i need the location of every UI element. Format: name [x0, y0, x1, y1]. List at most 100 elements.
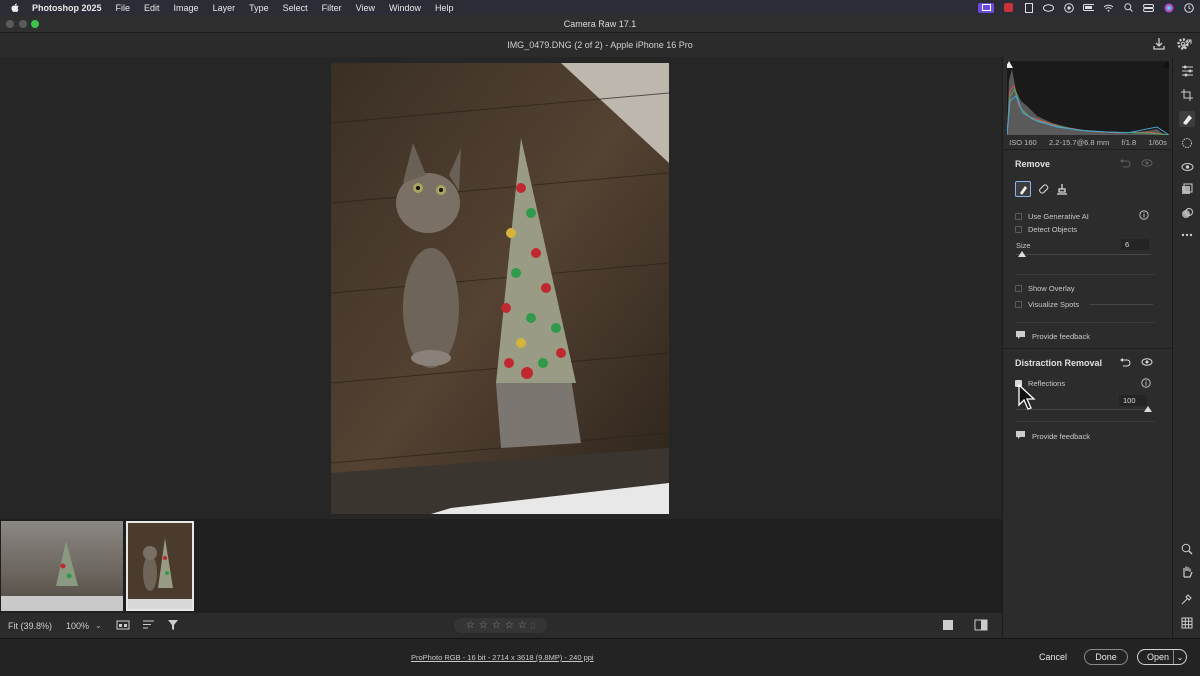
thumbnail-2-selected[interactable]	[126, 521, 194, 611]
expand-icon[interactable]	[1179, 36, 1195, 52]
fullscreen-window-button[interactable]	[31, 20, 39, 28]
presets-icon[interactable]	[1179, 205, 1195, 221]
remove-reset-icon[interactable]	[1119, 158, 1131, 171]
menu-help[interactable]: Help	[435, 3, 454, 13]
filmstrip-options-icon[interactable]	[116, 619, 130, 633]
detect-objects-checkbox[interactable]	[1015, 226, 1022, 233]
single-view-icon[interactable]	[942, 619, 954, 633]
open-options-chevron-icon[interactable]: ⌄	[1173, 650, 1186, 664]
star-1-icon[interactable]: ☆	[466, 620, 475, 631]
app-menu[interactable]: Photoshop 2025	[32, 3, 102, 13]
search-icon[interactable]	[1123, 3, 1134, 13]
reflections-amount-field[interactable]: 100	[1119, 395, 1147, 406]
star-2-icon[interactable]: ☆	[479, 620, 488, 631]
reflections-info-icon[interactable]	[1141, 378, 1151, 391]
screen-record-icon[interactable]	[978, 2, 994, 13]
size-value-field[interactable]: 6	[1121, 239, 1149, 250]
color-sampler-icon[interactable]	[1179, 591, 1195, 607]
zoom-100-button[interactable]: 100%	[66, 621, 89, 631]
save-image-icon[interactable]	[1152, 37, 1166, 53]
hand-tool-icon[interactable]	[1179, 563, 1195, 579]
use-generative-ai-row[interactable]: Use Generative AI	[1015, 212, 1089, 221]
generative-ai-info-icon[interactable]	[1139, 210, 1149, 223]
menu-type[interactable]: Type	[249, 3, 269, 13]
visualize-spots-row[interactable]: Visualize Spots	[1015, 300, 1079, 309]
edit-panel: ISO 160 2.2-15.7@6.8 mm f/1.8 1/60s Remo…	[1002, 57, 1173, 638]
close-window-button[interactable]	[6, 20, 14, 28]
exif-lens: 2.2-15.7@6.8 mm	[1049, 137, 1110, 147]
show-overlay-row[interactable]: Show Overlay	[1015, 284, 1075, 293]
edit-sliders-icon[interactable]	[1179, 63, 1195, 79]
divider	[1015, 322, 1155, 323]
more-options-icon[interactable]	[1179, 227, 1195, 243]
remove-brush-tool-icon[interactable]	[1015, 181, 1031, 197]
thumbnail-1[interactable]	[1, 521, 123, 611]
crop-icon[interactable]	[1179, 87, 1195, 103]
record-stop-icon[interactable]	[1003, 3, 1014, 13]
fit-zoom-button[interactable]: Fit (39.8%)	[8, 621, 52, 631]
use-generative-ai-checkbox[interactable]	[1015, 213, 1022, 220]
star-3-icon[interactable]: ☆	[492, 620, 501, 631]
siri-icon[interactable]	[1163, 3, 1174, 13]
menu-filter[interactable]: Filter	[322, 3, 342, 13]
battery-icon[interactable]	[1083, 3, 1094, 13]
file-info: IMG_0479.DNG (2 of 2) - Apple iPhone 16 …	[507, 40, 693, 50]
remove-feedback-row[interactable]: Provide feedback	[1015, 330, 1090, 342]
menu-image[interactable]: Image	[174, 3, 199, 13]
workflow-options-link[interactable]: ProPhoto RGB - 16 bit - 2714 x 3618 (9.8…	[411, 653, 594, 662]
reflections-slider-track[interactable]	[1016, 409, 1151, 410]
red-eye-icon[interactable]	[1179, 159, 1195, 175]
grid-overlay-icon[interactable]	[1179, 615, 1195, 631]
control-center-icon[interactable]	[1143, 3, 1154, 13]
menu-window[interactable]: Window	[389, 3, 421, 13]
trash-icon[interactable]: ▯	[531, 621, 535, 630]
visualize-spots-label: Visualize Spots	[1028, 300, 1080, 309]
star-4-icon[interactable]: ☆	[505, 620, 514, 631]
creative-cloud-icon[interactable]	[1043, 3, 1054, 13]
open-button[interactable]: Open ⌄	[1137, 649, 1187, 665]
mouse-pointer-icon	[1018, 383, 1036, 414]
remove-visibility-eye-icon[interactable]	[1141, 158, 1153, 171]
document-icon[interactable]	[1023, 2, 1034, 13]
window-title-bar: Camera Raw 17.1	[0, 15, 1200, 33]
detect-objects-row[interactable]: Detect Objects	[1015, 225, 1077, 234]
clock-icon[interactable]	[1183, 2, 1194, 13]
star-5-icon[interactable]: ☆	[518, 620, 527, 631]
menu-file[interactable]: File	[116, 3, 131, 13]
masking-icon[interactable]	[1179, 135, 1195, 151]
distraction-feedback-row[interactable]: Provide feedback	[1015, 430, 1090, 442]
clone-stamp-tool-icon[interactable]	[1055, 182, 1069, 199]
menu-layer[interactable]: Layer	[213, 3, 236, 13]
apple-icon[interactable]	[10, 2, 20, 13]
visualize-spots-checkbox[interactable]	[1015, 301, 1022, 308]
visualize-spots-slider[interactable]	[1089, 304, 1153, 305]
distraction-feedback-link[interactable]: Provide feedback	[1032, 432, 1090, 441]
play-circle-icon[interactable]	[1063, 2, 1074, 13]
show-overlay-checkbox[interactable]	[1015, 285, 1022, 292]
filter-icon[interactable]	[167, 619, 179, 633]
distraction-visibility-eye-icon[interactable]	[1141, 357, 1153, 370]
preview-canvas[interactable]	[0, 57, 1002, 519]
menu-edit[interactable]: Edit	[144, 3, 160, 13]
size-slider-thumb[interactable]	[1018, 251, 1026, 257]
remove-tool-icon[interactable]	[1179, 111, 1195, 127]
zoom-tool-icon[interactable]	[1179, 541, 1195, 557]
distraction-reset-icon[interactable]	[1119, 357, 1131, 370]
minimize-window-button[interactable]	[19, 20, 27, 28]
sort-icon[interactable]	[142, 619, 155, 632]
menu-view[interactable]: View	[356, 3, 375, 13]
reflections-slider-thumb[interactable]	[1144, 406, 1152, 412]
wifi-icon[interactable]	[1103, 3, 1114, 13]
zoom-dropdown-chevron-icon[interactable]: ⌄	[95, 621, 102, 630]
snapshots-icon[interactable]	[1179, 181, 1195, 197]
before-after-icon[interactable]	[974, 619, 988, 633]
divider	[1015, 421, 1155, 422]
size-slider-track[interactable]	[1016, 254, 1151, 255]
rating-stars: ☆ ☆ ☆ ☆ ☆ ▯	[454, 618, 547, 633]
done-button[interactable]: Done	[1084, 649, 1128, 665]
photo-preview[interactable]	[331, 63, 669, 514]
remove-feedback-link[interactable]: Provide feedback	[1032, 332, 1090, 341]
menu-select[interactable]: Select	[283, 3, 308, 13]
heal-tool-icon[interactable]	[1036, 182, 1050, 199]
cancel-button[interactable]: Cancel	[1030, 649, 1076, 665]
